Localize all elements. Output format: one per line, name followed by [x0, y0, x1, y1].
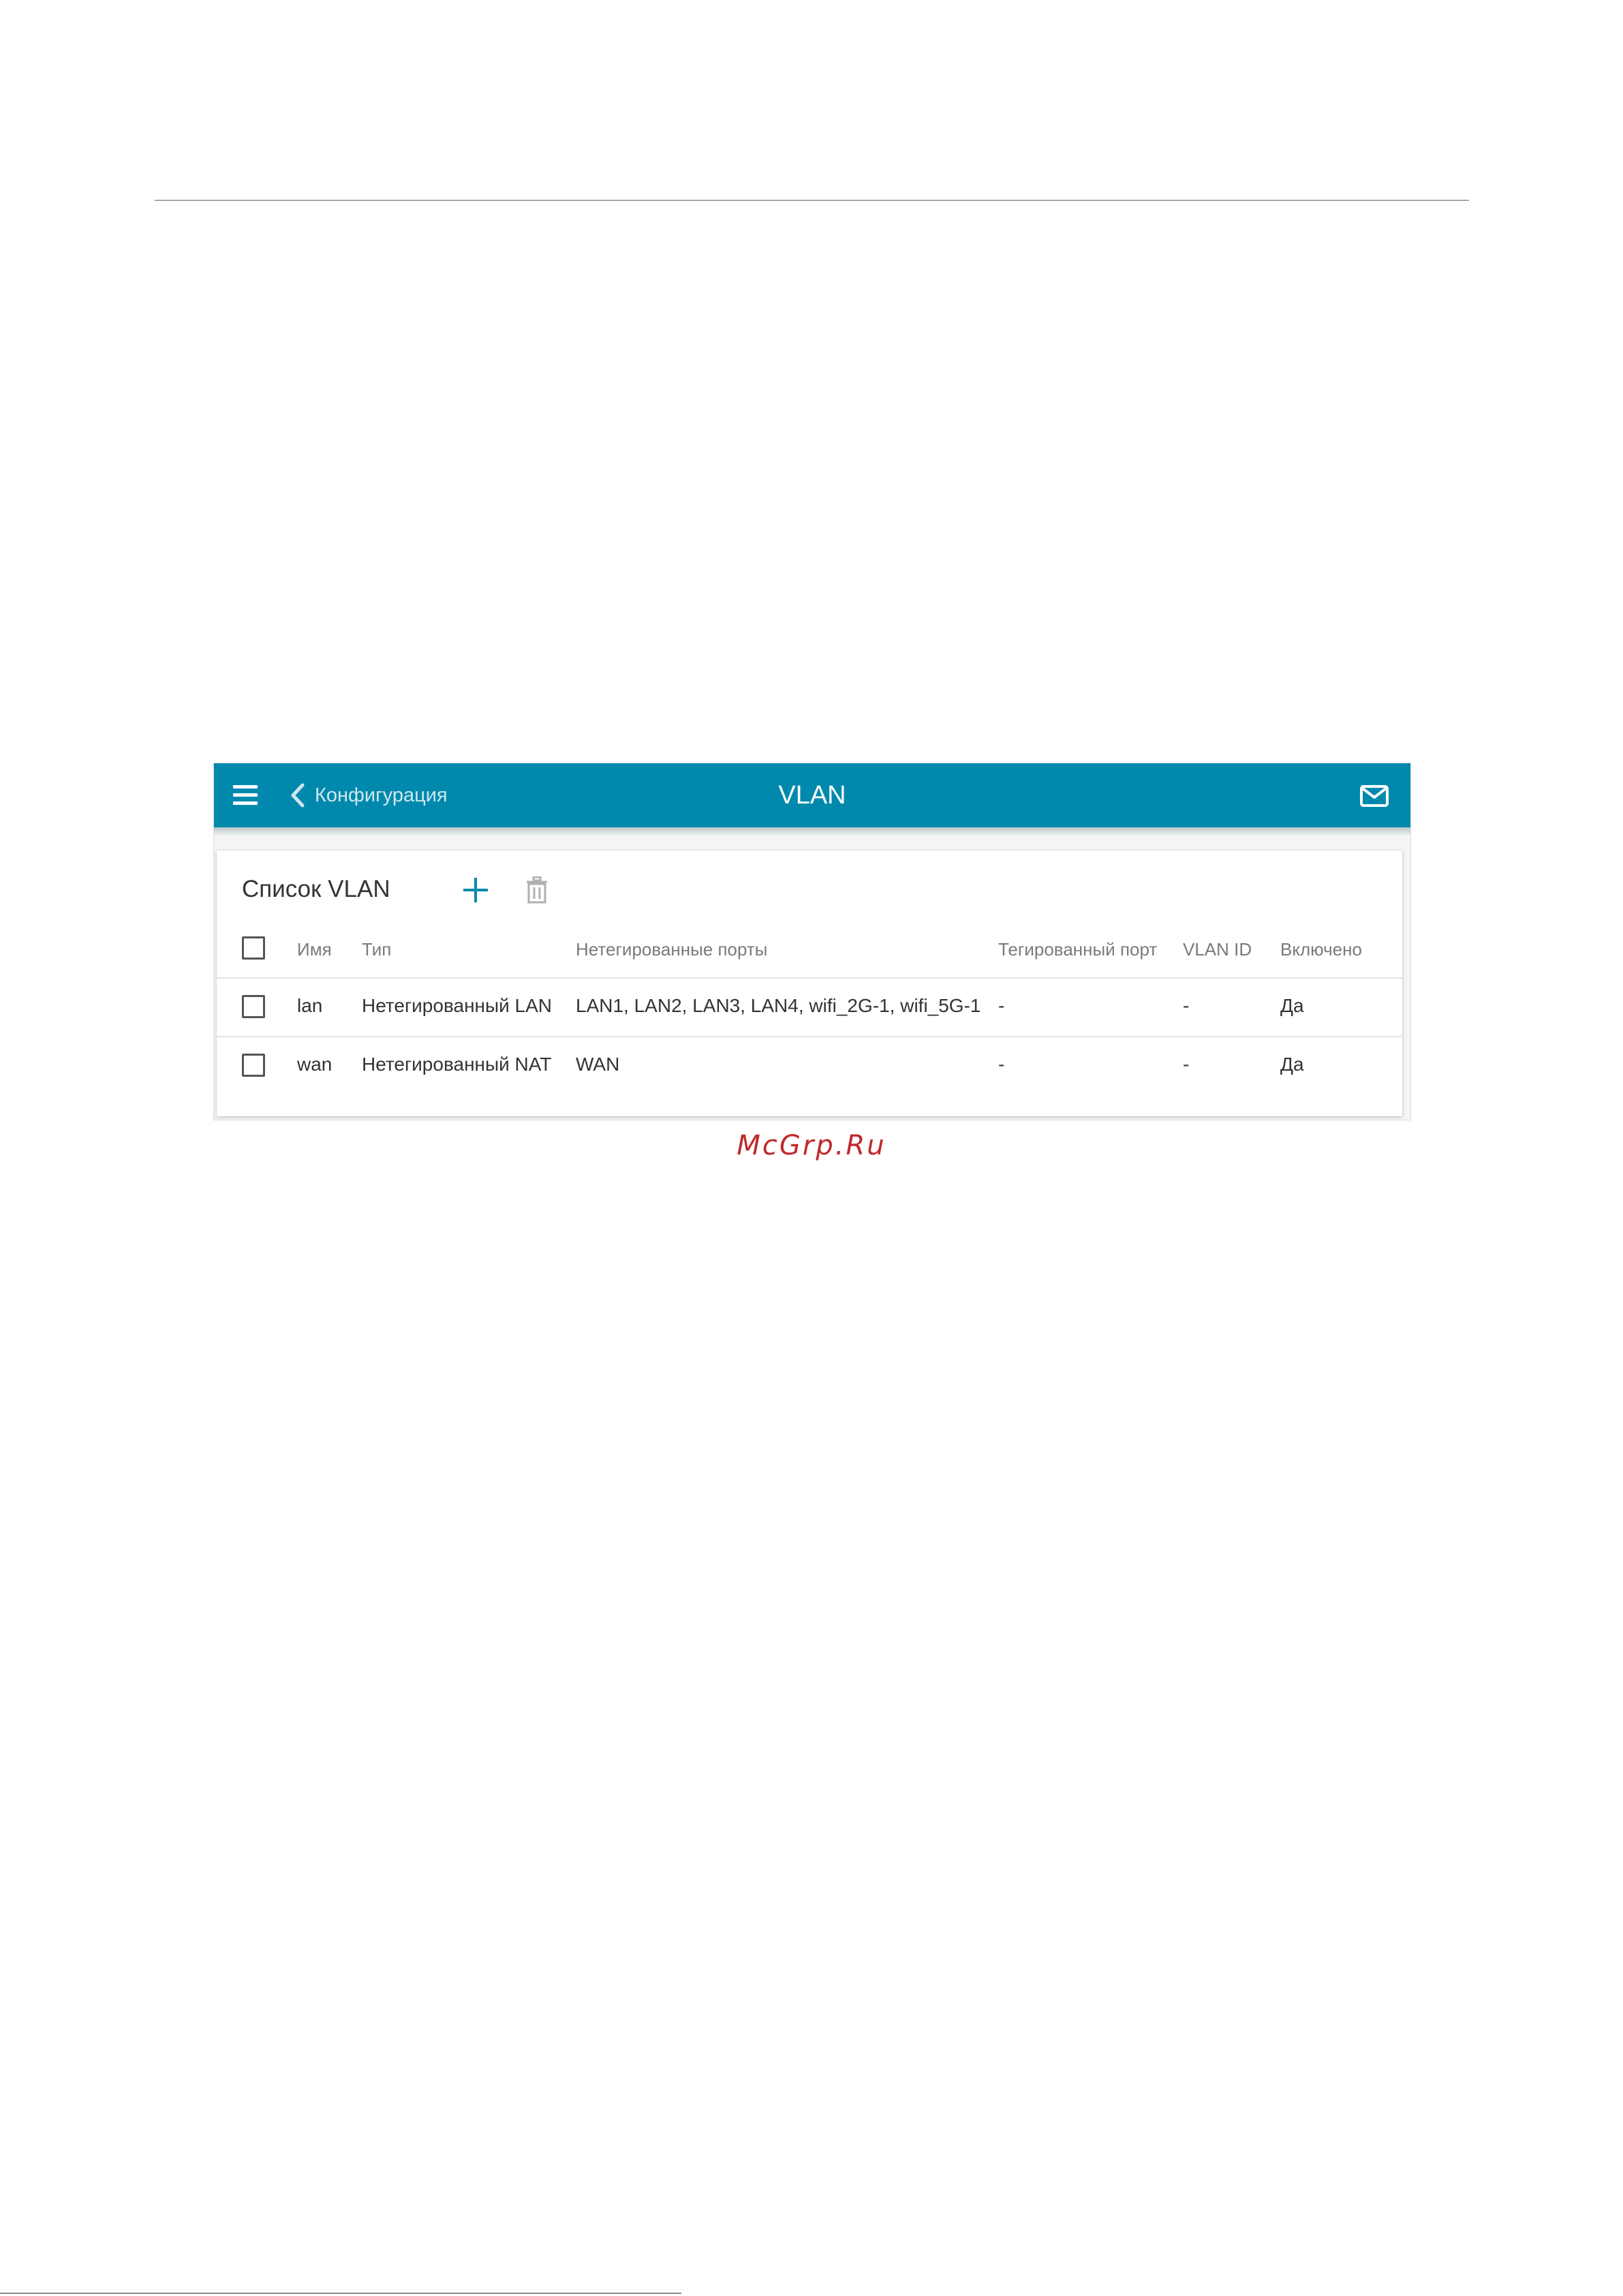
watermark: McGrp.Ru: [737, 1130, 886, 1161]
cell-vlan-id: -: [1183, 995, 1190, 1016]
plus-icon[interactable]: [461, 876, 490, 904]
card-title: Список VLAN: [242, 876, 390, 902]
cell-vlan-id: -: [1183, 1054, 1190, 1075]
column-header-name: Имя: [297, 939, 332, 960]
app-bar-shadow: [214, 827, 1410, 836]
column-header-vlan-id: VLAN ID: [1183, 939, 1252, 960]
app-bar: Конфигурация VLAN: [214, 763, 1410, 827]
cell-enabled: Да: [1280, 995, 1304, 1016]
mail-icon[interactable]: [1360, 785, 1389, 807]
cell-enabled: Да: [1280, 1054, 1304, 1075]
cell-type: Нетегированный NAT: [362, 1054, 552, 1075]
cell-untagged-ports: LAN1, LAN2, LAN3, LAN4, wifi_2G-1, wifi_…: [576, 995, 981, 1016]
column-header-type: Тип: [362, 939, 392, 960]
table-row[interactable]: wan Нетегированный NAT WAN - - Да: [217, 1036, 1402, 1096]
cell-untagged-ports: WAN: [576, 1054, 620, 1075]
column-header-enabled: Включено: [1280, 939, 1362, 960]
page-top-rule: [155, 200, 1469, 201]
router-ui-screenshot: Конфигурация VLAN Список VLAN Имя Тип Не…: [213, 763, 1411, 1120]
trash-icon[interactable]: [526, 876, 548, 904]
column-header-tagged-port: Тегированный порт: [998, 939, 1158, 960]
column-header-untagged-ports: Нетегированные порты: [576, 939, 768, 960]
row-checkbox[interactable]: [242, 995, 265, 1018]
cell-type: Нетегированный LAN: [362, 995, 553, 1016]
vlan-list-card: Список VLAN Имя Тип Нетегированные порты…: [217, 851, 1402, 1116]
table-row[interactable]: lan Нетегированный LAN LAN1, LAN2, LAN3,…: [217, 977, 1402, 1037]
page-bottom-rule: [0, 2293, 681, 2294]
cell-name: wan: [297, 1054, 333, 1075]
cell-tagged-port: -: [998, 1054, 1005, 1075]
cell-name: lan: [297, 995, 323, 1016]
row-checkbox[interactable]: [242, 1054, 265, 1077]
cell-tagged-port: -: [998, 995, 1005, 1016]
select-all-checkbox[interactable]: [242, 936, 265, 960]
page-title: VLAN: [778, 781, 846, 810]
table-header-row: Имя Тип Нетегированные порты Тегированны…: [217, 919, 1402, 977]
